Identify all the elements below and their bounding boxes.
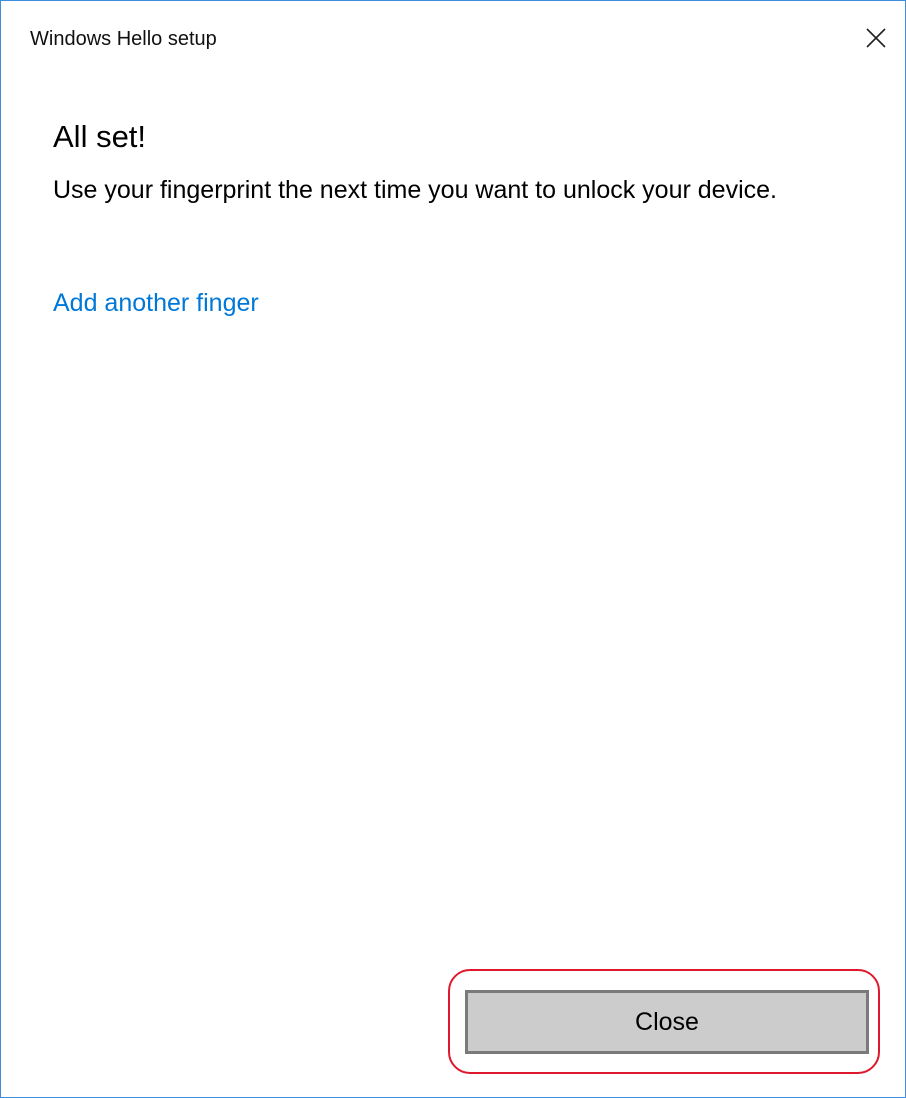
close-icon[interactable] (861, 23, 891, 53)
title-bar: Windows Hello setup (1, 1, 905, 75)
add-another-finger-link[interactable]: Add another finger (53, 285, 259, 321)
window-title: Windows Hello setup (30, 28, 217, 50)
instruction-text: Use your fingerprint the next time you w… (53, 176, 777, 204)
close-button[interactable]: Close (465, 990, 869, 1054)
page-heading: All set! (53, 119, 147, 154)
windows-hello-setup-window: Windows Hello setup All set! Use your fi… (0, 0, 906, 1098)
